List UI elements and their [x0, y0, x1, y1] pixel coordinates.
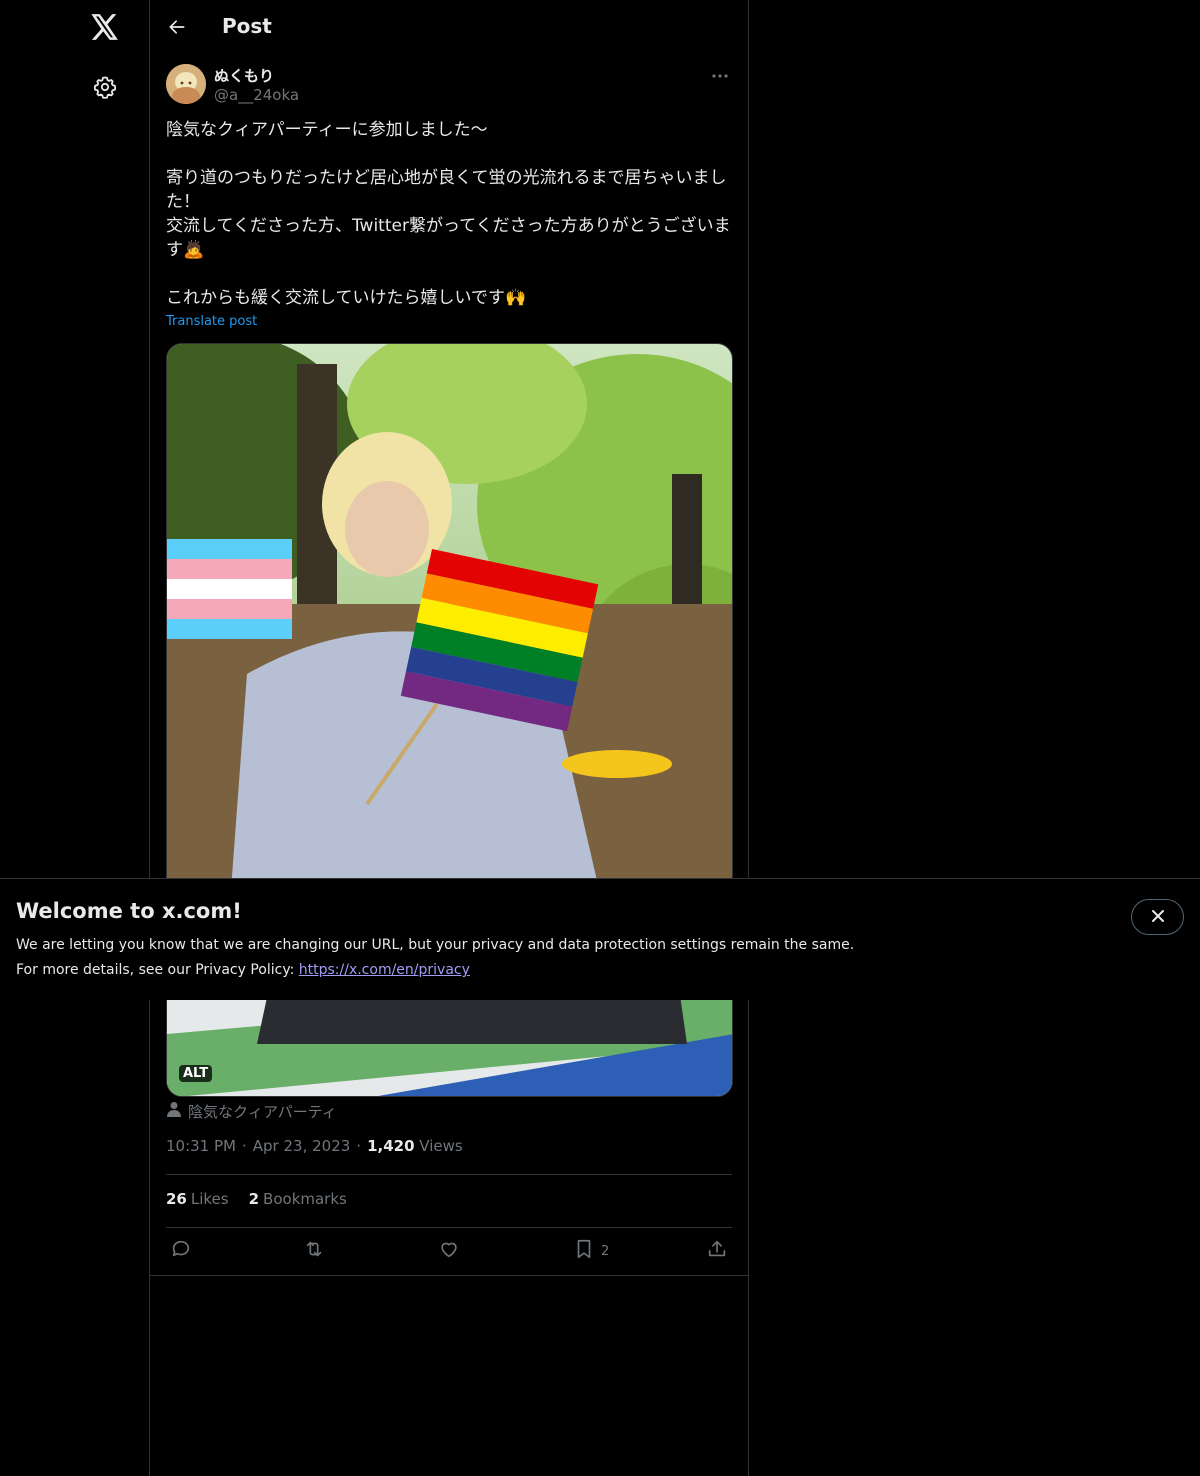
- reply-icon: [170, 1238, 192, 1264]
- post-meta: 10:31 PM · Apr 23, 2023 · 1,420 Views: [166, 1137, 463, 1155]
- post-line: 交流してくださった方、Twitter繋がってくださった方ありがとうございま: [166, 216, 731, 236]
- bookmark-count: 2: [601, 1243, 610, 1259]
- page-title: Post: [222, 14, 272, 38]
- author-handle[interactable]: @a__24oka: [214, 86, 299, 104]
- left-nav: [0, 0, 149, 1476]
- banner-title: Welcome to x.com!: [16, 899, 242, 923]
- meta-separator: ·: [356, 1137, 362, 1155]
- author-name[interactable]: ぬくもり: [214, 65, 274, 86]
- person-icon: [166, 1101, 182, 1121]
- likes-label: Likes: [190, 1190, 229, 1208]
- welcome-banner: Welcome to x.com! We are letting you kno…: [0, 878, 1200, 1000]
- post-line: 陰気なクィアパーティーに参加しました〜: [166, 120, 488, 140]
- bookmark-button[interactable]: 2: [573, 1238, 609, 1264]
- action-bar: 2: [166, 1238, 732, 1266]
- post-line: 寄り道のつもりだったけど居心地が良くて蛍の光流れるまで居ちゃいまし: [166, 168, 727, 188]
- likes-stat[interactable]: 26 Likes: [166, 1190, 229, 1208]
- more-icon[interactable]: [708, 64, 732, 88]
- repost-icon: [303, 1238, 325, 1264]
- bookmarks-label: Bookmarks: [263, 1190, 347, 1208]
- post-author: ぬくもり @a__24oka: [166, 64, 732, 108]
- reply-button[interactable]: [170, 1238, 192, 1264]
- tagged-user[interactable]: 陰気なクィアパーティ: [166, 1100, 337, 1122]
- repost-button[interactable]: [303, 1238, 325, 1264]
- avatar[interactable]: [166, 64, 206, 104]
- post-stats: 26 Likes 2 Bookmarks: [166, 1190, 347, 1208]
- settings-icon[interactable]: [91, 73, 119, 101]
- like-button[interactable]: [438, 1238, 460, 1264]
- likes-count: 26: [166, 1190, 187, 1208]
- privacy-policy-link[interactable]: https://x.com/en/privacy: [299, 962, 470, 978]
- post-text: 陰気なクィアパーティーに参加しました〜寄り道のつもりだったけど居心地が良くて蛍の…: [166, 118, 734, 310]
- x-logo-icon[interactable]: [88, 10, 122, 44]
- close-icon: [1151, 908, 1165, 927]
- close-banner-button[interactable]: [1131, 899, 1184, 935]
- translate-post-link[interactable]: Translate post: [166, 314, 257, 329]
- tagged-user-label: 陰気なクィアパーティ: [188, 1102, 337, 1121]
- banner-message: We are letting you know that we are chan…: [16, 937, 855, 953]
- bookmarks-count: 2: [248, 1190, 260, 1208]
- back-arrow-icon[interactable]: [164, 14, 190, 40]
- trans-flag: [167, 539, 292, 639]
- post-line: す🙇: [166, 240, 205, 260]
- divider: [166, 1227, 732, 1228]
- views-count: 1,420: [367, 1137, 415, 1155]
- main-column: Post ぬくもり @a__24oka 陰気なクィアパーティーに参加しました〜寄…: [149, 0, 749, 1476]
- alt-badge[interactable]: ALT: [179, 1065, 213, 1082]
- banner-privacy-line: For more details, see our Privacy Policy…: [16, 962, 470, 978]
- divider: [150, 1275, 748, 1276]
- post-date[interactable]: Apr 23, 2023: [253, 1137, 351, 1155]
- share-button[interactable]: [706, 1238, 728, 1264]
- views-label: Views: [419, 1137, 463, 1155]
- meta-separator: ·: [241, 1137, 247, 1155]
- post-time[interactable]: 10:31 PM: [166, 1137, 236, 1155]
- post-line: これからも緩く交流していけたら嬉しいです🙌: [166, 288, 527, 308]
- share-icon: [706, 1238, 728, 1264]
- like-icon: [438, 1238, 460, 1264]
- post-line: た！: [166, 192, 200, 212]
- bookmarks-stat[interactable]: 2 Bookmarks: [249, 1190, 347, 1208]
- bookmark-icon: [573, 1238, 595, 1264]
- divider: [166, 1174, 732, 1175]
- banner-privacy-prefix: For more details, see our Privacy Policy…: [16, 962, 299, 978]
- header: Post: [150, 0, 748, 54]
